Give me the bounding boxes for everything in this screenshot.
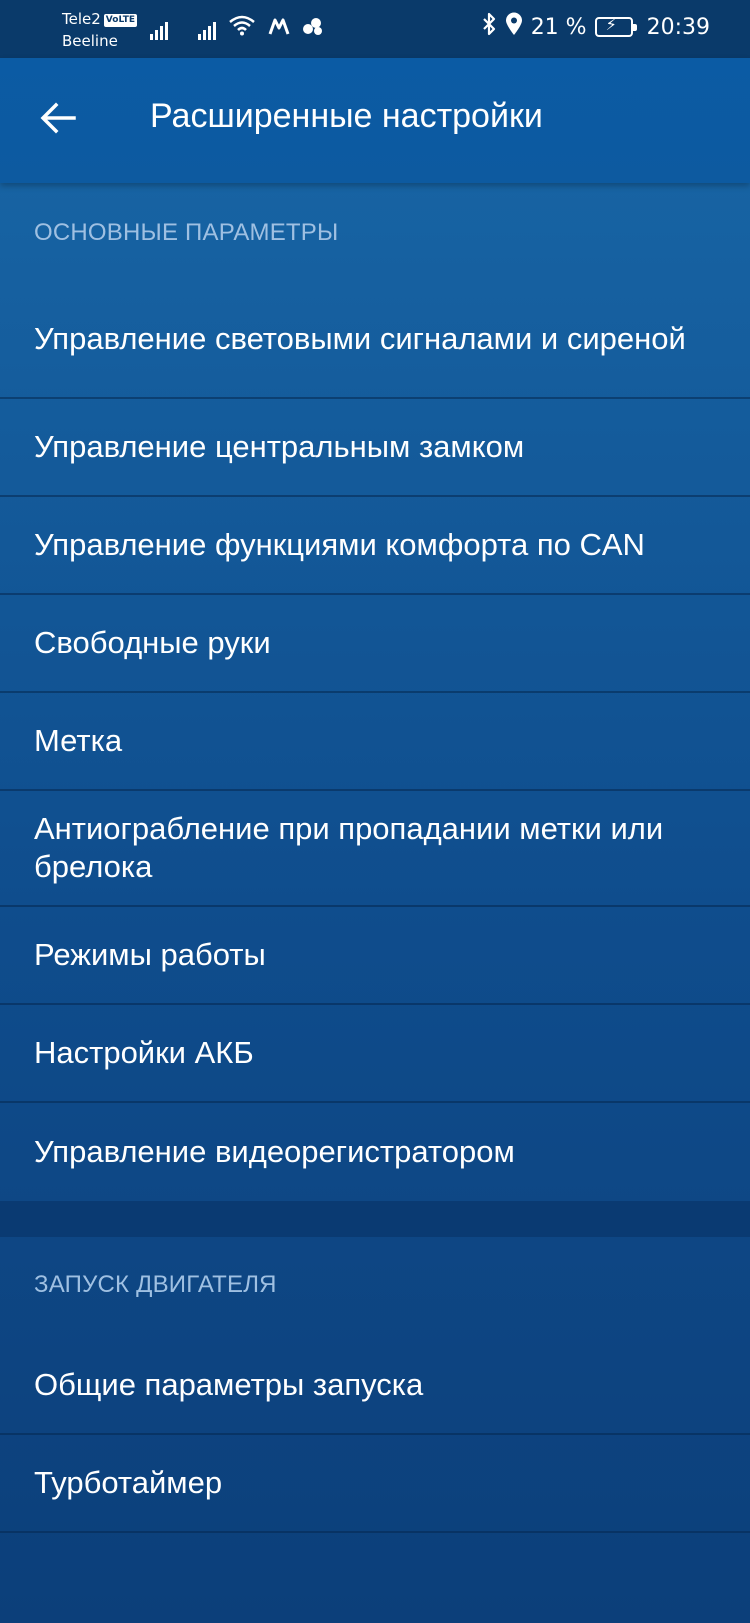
list-item-label: Управление световыми сигналами и сиреной <box>34 321 686 356</box>
arrow-left-icon <box>40 102 76 134</box>
battery-percent: 21 % <box>530 14 587 40</box>
list-item-label: Турботаймер <box>34 1465 223 1500</box>
back-button[interactable] <box>22 82 94 154</box>
list-item-label: Управление центральным замком <box>34 429 525 464</box>
list-item-label: Режимы работы <box>34 937 266 972</box>
list-item-start-params[interactable]: Общие параметры запуска <box>0 1337 750 1435</box>
section-header-main: ОСНОВНЫЕ ПАРАМЕТРЫ <box>34 219 339 246</box>
signal-icon <box>198 20 216 40</box>
cloud-icon <box>302 16 324 40</box>
list-item-label: Метка <box>34 723 123 758</box>
list-item-hands-free[interactable]: Свободные руки <box>0 595 750 693</box>
section-header-engine-start: ЗАПУСК ДВИГАТЕЛЯ <box>34 1271 277 1298</box>
m-logo-icon <box>268 16 290 40</box>
status-icons-right: 21 % ⚡ 20:39 <box>481 12 710 42</box>
bluetooth-icon <box>481 12 497 42</box>
location-icon <box>505 12 523 42</box>
carrier-1: Tele2 <box>62 10 101 28</box>
status-bar: Tele2 VoLTE Beeline 21 % ⚡ 20:39 <box>0 0 750 58</box>
app-bar: Расширенные настройки <box>0 58 750 183</box>
list-item-label: Общие параметры запуска <box>34 1367 424 1402</box>
settings-list: ОСНОВНЫЕ ПАРАМЕТРЫ Управление световыми … <box>0 183 750 1623</box>
volte-badge: VoLTE <box>103 14 137 27</box>
list-item-tag[interactable]: Метка <box>0 693 750 791</box>
list-item-lights-siren[interactable]: Управление световыми сигналами и сиреной <box>0 281 750 399</box>
clock: 20:39 <box>646 14 710 40</box>
list-item-label: Антиограбление при пропадании метки или … <box>34 811 664 884</box>
list-item-turbotimer[interactable]: Турботаймер <box>0 1435 750 1533</box>
status-icons-left <box>150 14 324 40</box>
carrier-info: Tele2 VoLTE Beeline <box>62 8 137 52</box>
list-item-central-lock[interactable]: Управление центральным замком <box>0 399 750 497</box>
carrier-2: Beeline <box>62 32 118 50</box>
list-item-dashcam[interactable]: Управление видеорегистратором <box>0 1103 750 1201</box>
page-title: Расширенные настройки <box>150 97 543 135</box>
list-item-battery-settings[interactable]: Настройки АКБ <box>0 1005 750 1103</box>
list-item-label: Настройки АКБ <box>34 1035 254 1070</box>
list-item-modes[interactable]: Режимы работы <box>0 907 750 1005</box>
list-item-label: Управление функциями комфорта по CAN <box>34 527 645 562</box>
list-item-anti-robbery[interactable]: Антиограбление при пропадании метки или … <box>0 791 750 907</box>
list-item-label: Свободные руки <box>34 625 271 660</box>
signal-icon <box>150 20 168 40</box>
list-item-label: Управление видеорегистратором <box>34 1134 515 1169</box>
wifi-icon <box>228 14 256 40</box>
battery-charging-icon: ⚡ <box>594 15 637 37</box>
section-divider <box>0 1201 750 1237</box>
list-item-comfort-can[interactable]: Управление функциями комфорта по CAN <box>0 497 750 595</box>
